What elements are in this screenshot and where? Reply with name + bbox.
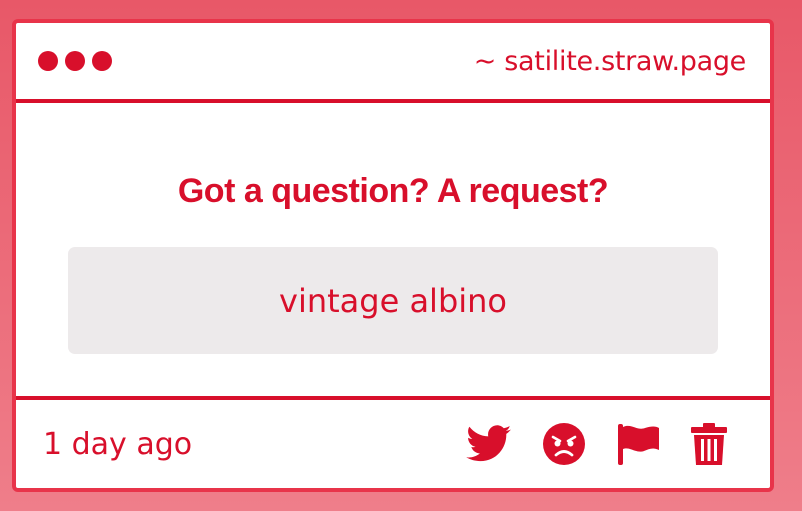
angry-face-icon[interactable]: [542, 422, 586, 466]
action-bar: [466, 422, 728, 466]
page-url: ~ satilite.straw.page: [473, 45, 747, 77]
answer-box: vintage albino: [68, 247, 718, 354]
page-card: ~ satilite.straw.page Got a question? A …: [12, 19, 774, 492]
flag-icon[interactable]: [616, 422, 660, 466]
question-area: Got a question? A request? vintage albin…: [16, 103, 770, 400]
window-dot: [38, 51, 58, 71]
trash-icon[interactable]: [690, 422, 728, 466]
question-heading: Got a question? A request?: [177, 172, 609, 210]
window-titlebar: ~ satilite.straw.page: [16, 23, 770, 103]
window-dot: [92, 51, 112, 71]
card-footer: 1 day ago: [16, 400, 770, 488]
window-dots: [38, 51, 112, 71]
window-dot: [65, 51, 85, 71]
twitter-icon[interactable]: [466, 425, 512, 463]
timestamp: 1 day ago: [43, 426, 193, 462]
